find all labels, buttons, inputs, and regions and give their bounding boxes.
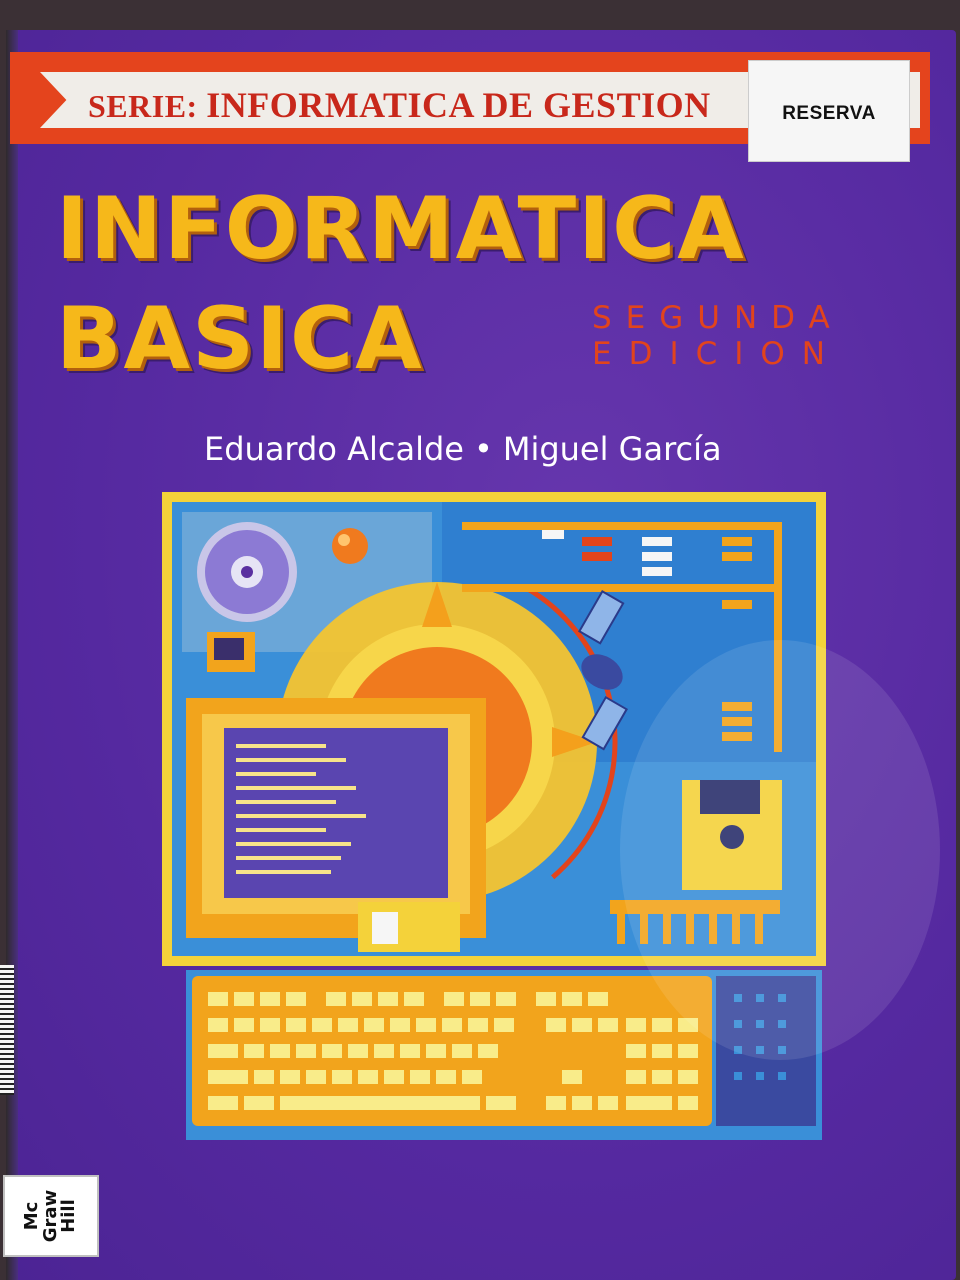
author-2: Miguel García [502,430,722,468]
series-prefix: SERIE: [88,88,198,124]
book-title-line2: BASICA [56,289,424,389]
floppy-disk-icon [682,780,782,890]
small-computer-icon [207,632,255,672]
edition-line1: SEGUNDA [592,300,844,336]
edition-line2: EDICION [592,336,842,372]
publisher-line1: Mc [20,1201,42,1231]
publisher-logo: Mc Graw Hill [3,1175,99,1257]
reserve-label: RESERVA [748,60,910,162]
series-title: SERIE: INFORMATICA DE GESTION [88,84,711,126]
book-title-line1: INFORMATICA [56,179,746,279]
series-name: INFORMATICA DE GESTION [206,85,711,125]
sphere-icon [332,528,368,564]
barcode-sticker [0,965,14,1095]
publisher-line3: Hill [58,1199,80,1233]
authors: Eduardo Alcalde • Miguel García [204,430,722,468]
cover-illustration [162,492,826,966]
cd-disc-icon [197,522,297,622]
author-separator: • [473,430,493,468]
reserve-label-text: RESERVA [782,103,876,124]
author-1: Eduardo Alcalde [204,430,464,468]
computer-monitor-icon [186,698,486,952]
keyboard-icon [186,970,822,1140]
